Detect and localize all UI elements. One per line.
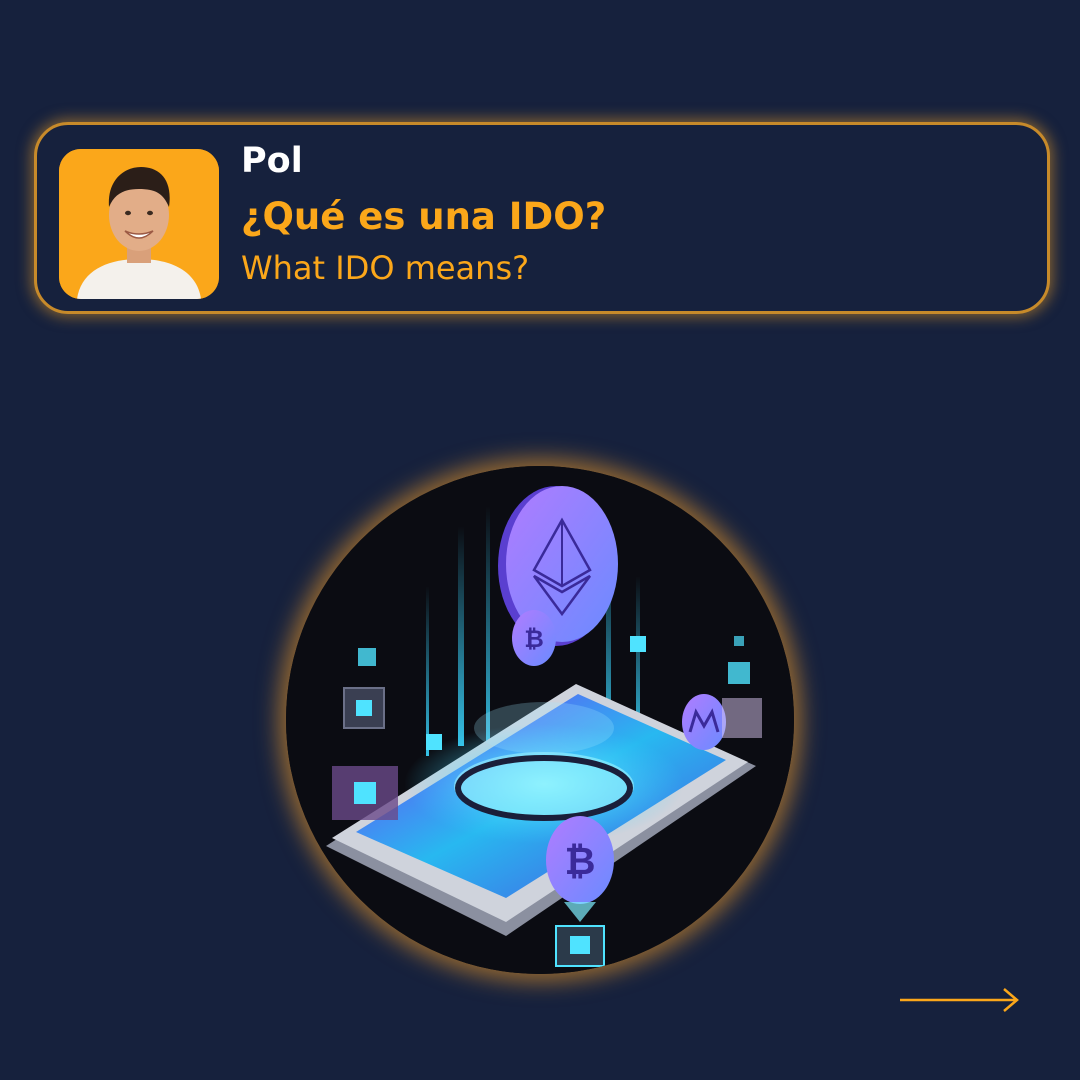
svg-text:₿: ₿ xyxy=(565,839,596,883)
author-name: Pol xyxy=(241,141,303,181)
hero-illustration: ₿ ₿ xyxy=(286,466,794,974)
next-arrow-button[interactable] xyxy=(898,984,1022,1016)
profile-card: Pol ¿Qué es una IDO? What IDO means? xyxy=(34,122,1050,314)
arrow-right-icon xyxy=(900,988,1019,1012)
post-subtitle: What IDO means? xyxy=(241,249,530,287)
crypto-phone-illustration-icon: ₿ ₿ xyxy=(286,466,794,974)
avatar xyxy=(59,149,219,299)
person-photo-icon xyxy=(59,149,219,299)
svg-text:₿: ₿ xyxy=(524,625,544,653)
post-title: ¿Qué es una IDO? xyxy=(241,195,607,238)
